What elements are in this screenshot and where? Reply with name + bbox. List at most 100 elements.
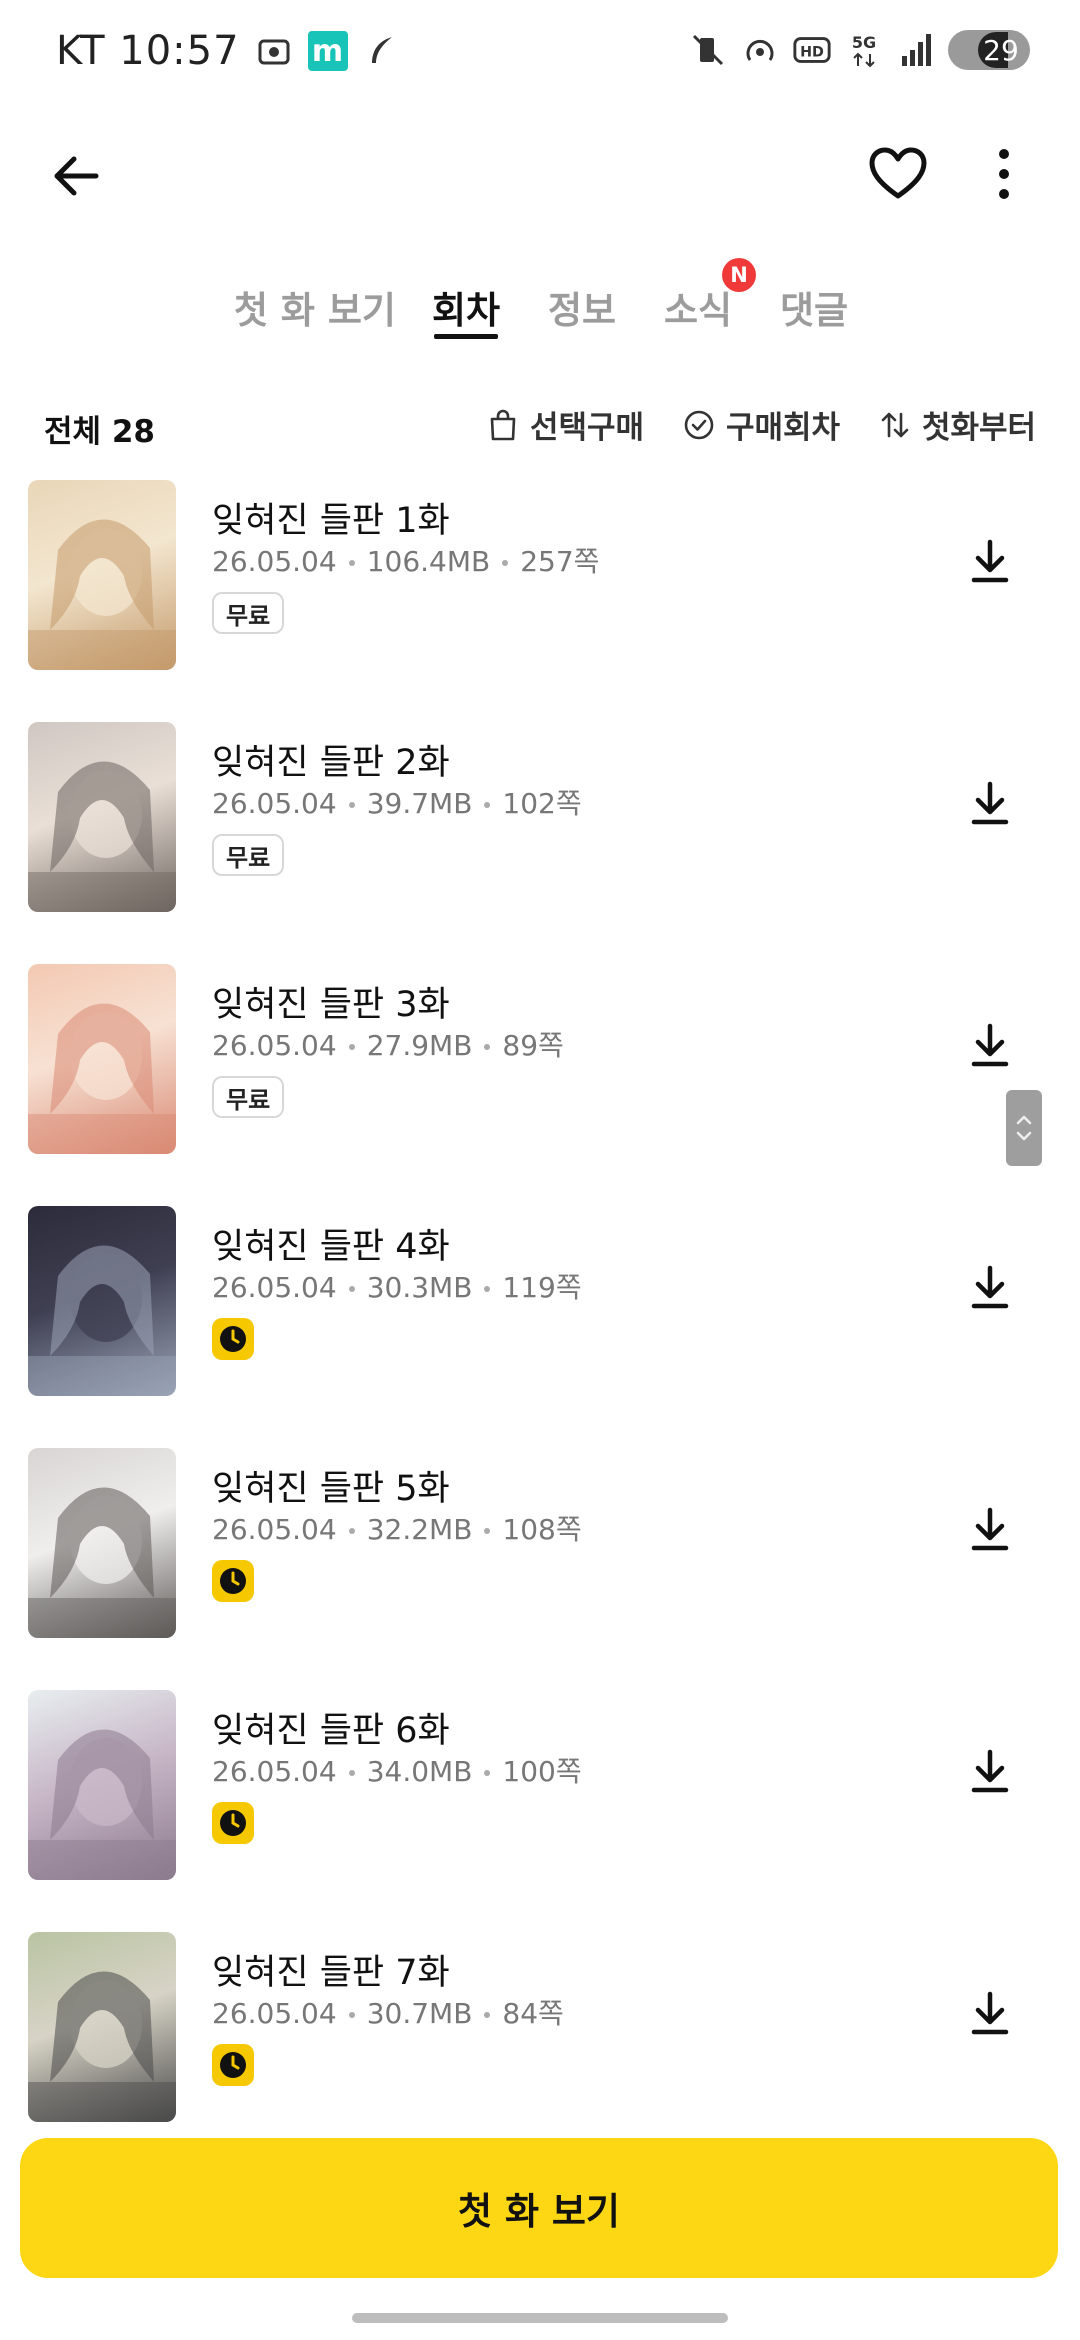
download-icon: [971, 1749, 1009, 1793]
tab-comments[interactable]: 댓글: [780, 280, 848, 334]
episode-meta: 26.05.04 30.3MB 119쪽: [212, 1266, 582, 1306]
purchased-episodes-label: 구매회차: [726, 410, 841, 446]
carrier-time: KT 10:57: [56, 28, 240, 74]
episode-size: 39.7MB: [366, 787, 473, 820]
page: KT 10:57 m HD 5G 29 첫 화 보기 회차 정보 소식 N 댓글…: [0, 0, 1080, 2340]
episode-thumbnail[interactable]: [28, 1932, 176, 2122]
tab-news[interactable]: 소식: [664, 280, 732, 334]
meta-separator: [502, 560, 509, 566]
tab-first-episode[interactable]: 첫 화 보기: [234, 280, 396, 334]
episode-date: 26.05.04: [212, 1271, 337, 1304]
download-button[interactable]: [960, 1500, 1020, 1560]
meta-separator: [484, 1528, 491, 1534]
episode-thumbnail[interactable]: [28, 964, 176, 1154]
purchased-episodes-button[interactable]: 구매회차: [682, 402, 840, 447]
shopping-bag-icon: [490, 409, 516, 440]
episode-meta: 26.05.04 27.9MB 89쪽: [212, 1024, 564, 1064]
episode-row[interactable]: 잊혀진 들판 5화 26.05.04 32.2MB 108쪽: [0, 1448, 1080, 1670]
read-first-episode-button[interactable]: 첫 화 보기: [20, 2138, 1058, 2278]
battery-icon: 29: [948, 30, 1030, 70]
signal-icon: [896, 30, 936, 70]
select-purchase-button[interactable]: 선택구매: [486, 402, 644, 447]
back-button[interactable]: [44, 144, 108, 208]
episode-date: 26.05.04: [212, 545, 337, 578]
episode-date: 26.05.04: [212, 1029, 337, 1062]
clock-icon: [220, 1568, 246, 1594]
thumbnail-art: [28, 1487, 176, 1638]
clock-icon: [220, 1810, 246, 1836]
episode-pages: 84쪽: [502, 1997, 564, 2030]
hotspot-icon: [740, 30, 780, 70]
episode-total: 전체 28: [44, 414, 155, 450]
more-options-button[interactable]: [972, 142, 1036, 206]
screenshot-icon: [254, 31, 294, 71]
wait-free-badge: [212, 1802, 254, 1844]
vibrate-mute-icon: [688, 30, 728, 70]
feather-icon: [362, 31, 402, 71]
episode-size: 34.0MB: [366, 1755, 473, 1788]
episode-thumbnail[interactable]: [28, 1206, 176, 1396]
clock-icon: [220, 1326, 246, 1352]
episode-row[interactable]: 잊혀진 들판 4화 26.05.04 30.3MB 119쪽: [0, 1206, 1080, 1428]
news-new-badge: N: [722, 258, 756, 292]
episode-row[interactable]: 잊혀진 들판 6화 26.05.04 34.0MB 100쪽: [0, 1690, 1080, 1912]
favorite-button[interactable]: [866, 142, 930, 206]
meta-separator: [348, 802, 355, 808]
tab-episodes[interactable]: 회차: [432, 280, 500, 334]
back-arrow-icon: [54, 156, 99, 196]
meta-separator: [348, 1286, 355, 1292]
thumbnail-art: [28, 1003, 176, 1154]
sort-button[interactable]: 첫화부터: [878, 402, 1036, 447]
episode-meta: 26.05.04 32.2MB 108쪽: [212, 1508, 582, 1548]
svg-text:5G: 5G: [852, 33, 876, 52]
download-button[interactable]: [960, 774, 1020, 834]
fast-scroll-handle[interactable]: [1006, 1090, 1042, 1166]
5g-icon: 5G: [844, 30, 884, 70]
episode-thumbnail[interactable]: [28, 1448, 176, 1638]
episode-thumbnail[interactable]: [28, 480, 176, 670]
tab-info[interactable]: 정보: [548, 280, 616, 334]
download-button[interactable]: [960, 532, 1020, 592]
episode-pages: 119쪽: [502, 1271, 582, 1304]
select-purchase-label: 선택구매: [530, 410, 645, 446]
episode-meta: 26.05.04 39.7MB 102쪽: [212, 782, 582, 822]
download-button[interactable]: [960, 1258, 1020, 1318]
episode-row[interactable]: 잊혀진 들판 7화 26.05.04 30.7MB 84쪽: [0, 1932, 1080, 2154]
episode-thumbnail[interactable]: [28, 722, 176, 912]
download-icon: [971, 781, 1009, 825]
episode-date: 26.05.04: [212, 1755, 337, 1788]
heart-icon: [869, 147, 927, 199]
episode-meta: 26.05.04 106.4MB 257쪽: [212, 540, 599, 580]
episode-date: 26.05.04: [212, 1997, 337, 2030]
episode-row[interactable]: 잊혀진 들판 3화 26.05.04 27.9MB 89쪽 무료: [0, 964, 1080, 1186]
episode-size: 27.9MB: [366, 1029, 473, 1062]
meta-separator: [348, 560, 355, 566]
download-button[interactable]: [960, 1984, 1020, 2044]
episode-thumbnail[interactable]: [28, 1690, 176, 1880]
download-icon: [971, 1023, 1009, 1067]
download-button[interactable]: [960, 1742, 1020, 1802]
download-icon: [971, 539, 1009, 583]
thumbnail-art: [28, 761, 176, 912]
episode-pages: 108쪽: [502, 1513, 582, 1546]
wait-free-badge: [212, 1318, 254, 1360]
meta-separator: [484, 1770, 491, 1776]
home-indicator[interactable]: [352, 2313, 728, 2323]
meta-separator: [484, 2012, 491, 2018]
meta-separator: [484, 802, 491, 808]
episode-size: 30.3MB: [366, 1271, 473, 1304]
episode-title: 잊혀진 들판 2화: [212, 743, 450, 783]
episode-pages: 102쪽: [502, 787, 582, 820]
meta-separator: [484, 1044, 491, 1050]
meta-separator: [348, 1770, 355, 1776]
episode-size: 32.2MB: [366, 1513, 473, 1546]
episode-date: 26.05.04: [212, 787, 337, 820]
sort-arrows-icon: [881, 412, 909, 437]
download-button[interactable]: [960, 1016, 1020, 1076]
meta-separator: [348, 2012, 355, 2018]
episode-row[interactable]: 잊혀진 들판 2화 26.05.04 39.7MB 102쪽 무료: [0, 722, 1080, 944]
thumbnail-art: [28, 1729, 176, 1880]
meta-separator: [484, 1286, 491, 1292]
wait-free-badge: [212, 1560, 254, 1602]
episode-row[interactable]: 잊혀진 들판 1화 26.05.04 106.4MB 257쪽 무료: [0, 480, 1080, 702]
